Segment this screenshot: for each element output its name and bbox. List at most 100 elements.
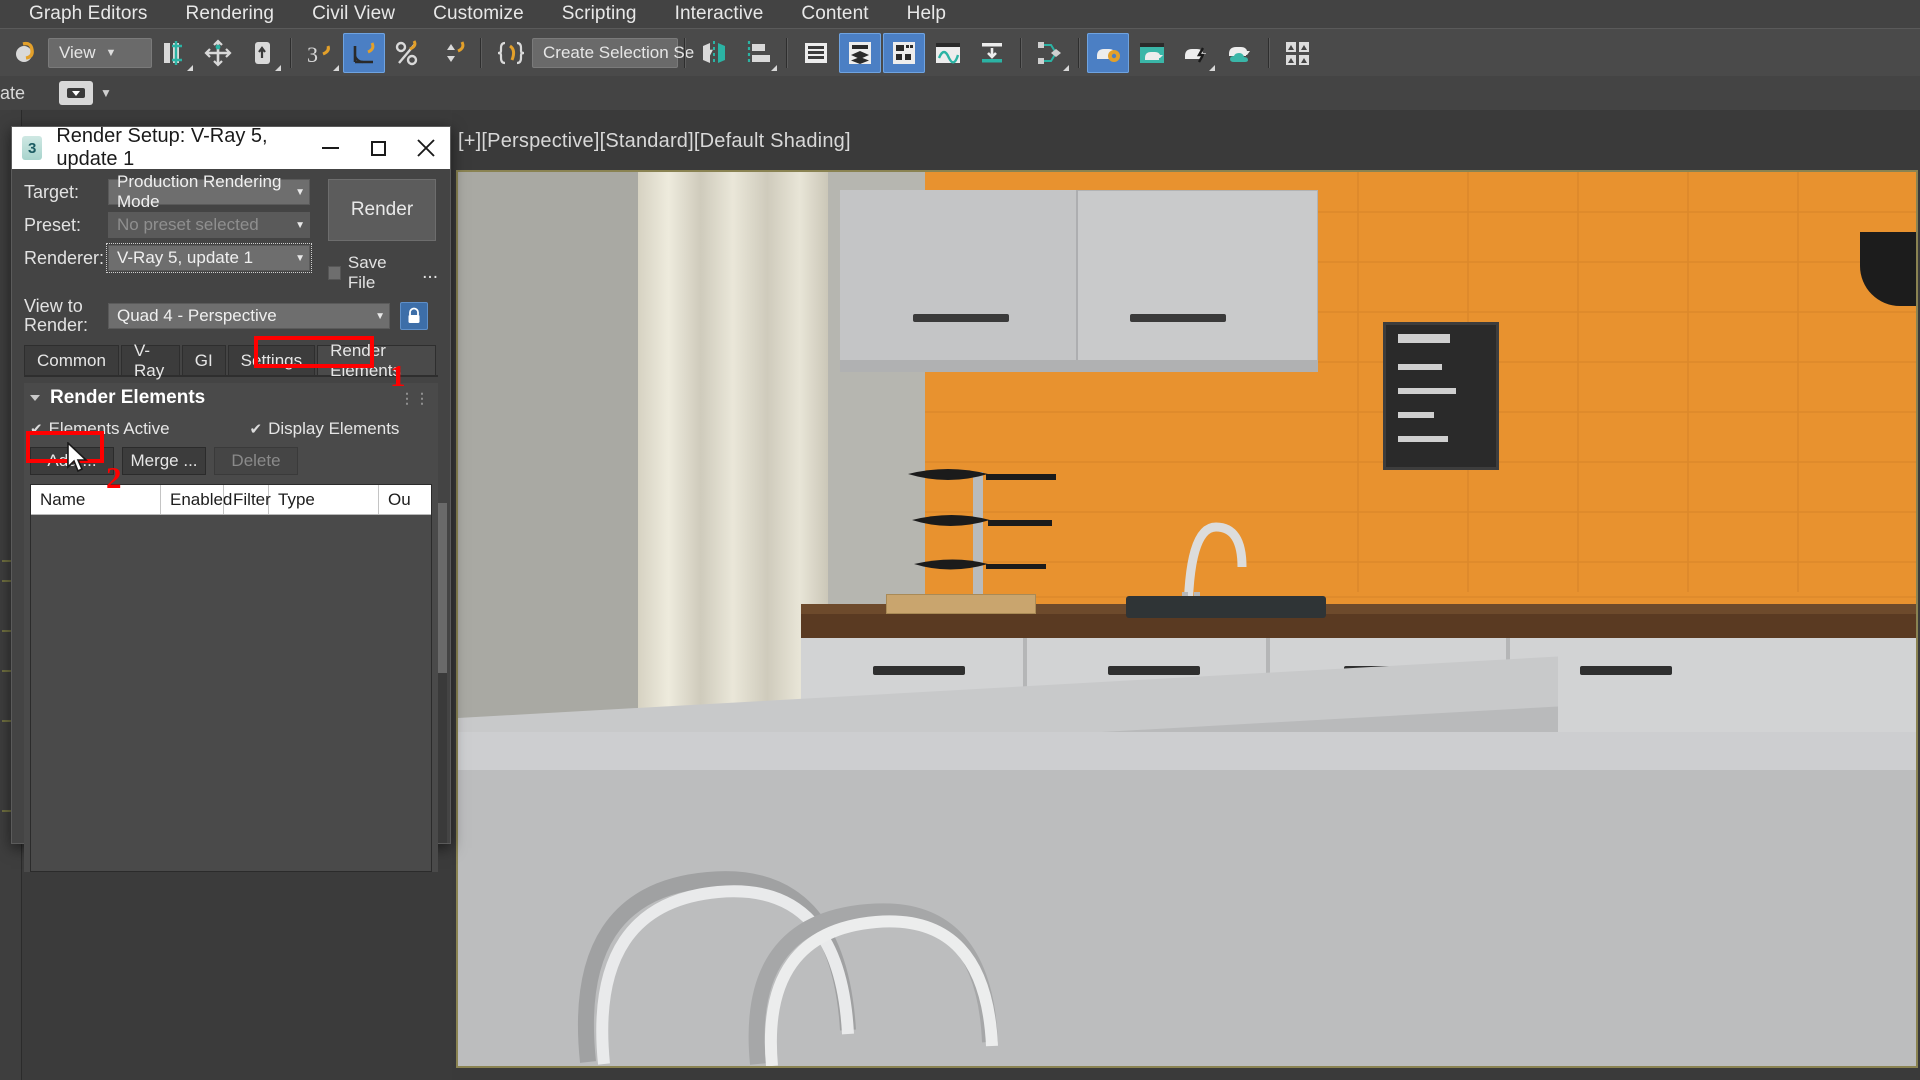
edit-named-selection-sets-icon[interactable] [489,33,531,73]
dialog-title-text: Render Setup: V-Ray 5, update 1 [56,125,306,171]
renderer-row: Renderer: V-Ray 5, update 1 ▼ [24,245,318,271]
menu-item-scripting[interactable]: Scripting [543,3,656,25]
menu-item-customize[interactable]: Customize [414,3,543,25]
tab-vray-label: V-Ray [134,341,167,381]
menu-item-rendering[interactable]: Rendering [167,3,294,25]
select-and-move-icon[interactable] [197,33,239,73]
render-button[interactable]: Render [328,179,436,241]
column-header-type[interactable]: Type [269,485,379,514]
chevron-down-icon: ▼ [375,311,385,322]
chevron-down-icon: ▼ [106,47,117,59]
filter-dropdown-icon[interactable] [59,81,93,105]
tab-settings-label: Settings [241,351,302,371]
open-asset-tracking-icon[interactable] [1277,33,1319,73]
view-to-render-combo[interactable]: Quad 4 - Perspective ▼ [108,303,390,329]
select-and-rotate-icon[interactable] [241,33,283,73]
column-header-output[interactable]: Ou [379,485,419,514]
tab-render-elements[interactable]: Render Elements [317,345,436,375]
preset-row: Preset: No preset selected ▼ [24,212,318,238]
viewport-container [452,110,1920,1080]
curve-editor-icon[interactable] [927,33,969,73]
view-coordinate-combo[interactable]: View ▼ [48,38,152,68]
3ds-max-icon: 3 [22,136,42,160]
percent-snap-toggle-icon[interactable] [387,33,429,73]
menu-item-graph-editors[interactable]: Graph Editors [10,3,167,25]
mouse-cursor [66,442,92,476]
renderer-combo[interactable]: V-Ray 5, update 1 ▼ [108,245,310,271]
import-merge-icon[interactable] [971,33,1013,73]
column-header-name[interactable]: Name [31,485,161,514]
rollout-checkbox-row: ✔ Elements Active ✔ Display Elements [30,419,438,439]
tab-vray[interactable]: V-Ray [121,345,180,375]
dialog-title-bar[interactable]: 3 Render Setup: V-Ray 5, update 1 [12,127,450,169]
render-production-icon[interactable] [1175,33,1217,73]
column-header-filter[interactable]: Filter [224,485,269,514]
tab-common-label: Common [37,351,106,371]
elements-active-checkbox[interactable]: ✔ [30,420,43,438]
main-toolbar: View ▼ [0,28,1920,76]
rollout-title: Render Elements [50,387,205,409]
rendered-frame-window-icon[interactable] [1131,33,1173,73]
save-file-checkbox[interactable] [328,266,341,280]
render-in-cloud-icon[interactable] [1219,33,1261,73]
render-setup-tabs: Common V-Ray GI Settings Render Elements [24,345,438,375]
tab-gi[interactable]: GI [182,345,226,375]
align-icon[interactable] [737,33,779,73]
table-header-row: Name Enabled Filter Type Ou [31,485,431,515]
chevron-down-icon: ▼ [295,220,305,231]
viewport-label[interactable]: [+][Perspective][Standard][Default Shadi… [458,130,851,153]
rollout-header[interactable]: Render Elements ⋮⋮ [24,383,438,413]
close-button[interactable] [402,127,450,169]
view-to-render-row: View to Render: Quad 4 - Perspective ▼ [24,297,438,335]
annotation-number-2: 2 [106,460,122,496]
merge-button[interactable]: Merge ... [122,447,206,475]
snaps-toggle-3d-icon[interactable]: 3 [299,33,341,73]
display-elements-label: Display Elements [268,419,399,439]
perspective-viewport[interactable] [456,170,1918,1068]
menu-item-civil-view[interactable]: Civil View [293,3,414,25]
view-to-render-value: Quad 4 - Perspective [117,306,277,326]
save-file-browse-button[interactable]: ... [422,262,438,284]
view-to-render-label: View to Render: [24,297,108,335]
named-selection-sets-combo[interactable]: Create Selection Se ▼ [532,38,678,68]
preset-combo[interactable]: No preset selected ▼ [108,212,310,238]
target-combo[interactable]: Production Rendering Mode ▼ [108,179,310,205]
display-elements-checkbox[interactable]: ✔ [250,420,263,438]
spinner-snap-toggle-icon[interactable] [431,33,473,73]
delete-button: Delete [214,447,298,475]
select-and-link-icon[interactable] [5,33,47,73]
tab-gi-label: GI [195,351,213,371]
chevron-down-icon [30,395,40,401]
chevron-down-icon[interactable]: ▼ [100,86,112,100]
target-row: Target: Production Rendering Mode ▼ [24,179,318,205]
render-elements-table[interactable]: Name Enabled Filter Type Ou [30,484,432,872]
dialog-scrollbar[interactable] [438,503,447,843]
kitchen-render-scene [458,172,1916,1066]
maximize-button[interactable] [354,127,402,169]
dialog-scroll-thumb[interactable] [438,503,447,673]
tab-settings[interactable]: Settings [228,345,315,375]
renderer-label: Renderer: [24,248,108,269]
ribbon-toggle-icon[interactable] [883,33,925,73]
preset-value: No preset selected [117,215,259,235]
table-body[interactable] [31,515,431,872]
scene-explorer-icon[interactable] [795,33,837,73]
lock-icon [406,307,422,325]
layer-explorer-icon[interactable] [839,33,881,73]
menu-item-help[interactable]: Help [888,3,965,25]
renderer-value: V-Ray 5, update 1 [117,248,253,268]
column-header-enabled[interactable]: Enabled [161,485,224,514]
render-setup-icon[interactable] [1087,33,1129,73]
secondary-toolbar: ate ▼ [0,76,1920,110]
save-file-label: Save File [348,253,412,293]
angle-snap-toggle-icon[interactable] [343,33,385,73]
mirror-icon[interactable] [693,33,735,73]
menu-item-interactive[interactable]: Interactive [656,3,783,25]
menu-item-content[interactable]: Content [782,3,887,25]
schematic-view-icon[interactable] [1029,33,1071,73]
minimize-button[interactable] [306,127,354,169]
tab-common[interactable]: Common [24,345,119,375]
lock-view-button[interactable] [400,302,428,330]
select-object-icon[interactable] [153,33,195,73]
target-value: Production Rendering Mode [117,172,295,212]
